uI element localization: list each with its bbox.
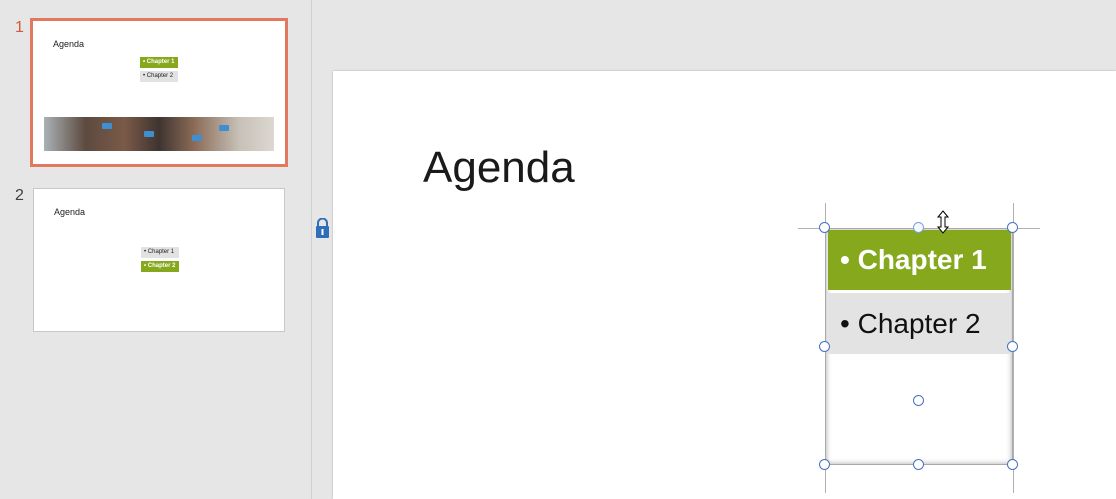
agenda-item-chapter-2[interactable]: • Chapter 2 xyxy=(828,293,1011,354)
thumbnail-title: Agenda xyxy=(54,207,86,217)
slide-thumbnail-pane[interactable]: 1 Agenda • Chapter 1 • Chapter 2 2 Agend… xyxy=(0,0,312,499)
resize-handle-top-middle[interactable] xyxy=(913,222,924,233)
resize-handle-bottom-right[interactable] xyxy=(1007,459,1018,470)
lock-anchor-icon[interactable] xyxy=(315,217,330,245)
thumbnail-item-chapter-1: • Chapter 1 xyxy=(140,57,178,68)
thumbnail-item-chapter-2: • Chapter 2 xyxy=(141,261,179,272)
resize-handle-middle-left[interactable] xyxy=(819,341,830,352)
agenda-item-chapter-1[interactable]: • Chapter 1 xyxy=(828,230,1011,290)
agenda-item-label: Chapter 2 xyxy=(857,308,981,339)
resize-handle-middle-right[interactable] xyxy=(1007,341,1018,352)
bullet: • xyxy=(840,308,858,339)
slide-number-2: 2 xyxy=(15,187,24,204)
slide-number-1: 1 xyxy=(15,19,24,36)
thumbnail-item-chapter-2: • Chapter 2 xyxy=(140,71,178,82)
slide-thumbnail-1[interactable]: Agenda • Chapter 1 • Chapter 2 xyxy=(30,18,288,167)
bullet: • xyxy=(840,244,858,275)
thumbnail-photo-banner xyxy=(44,117,274,151)
resize-handle-bottom-left[interactable] xyxy=(819,459,830,470)
slide-title[interactable]: Agenda xyxy=(423,143,575,193)
resize-handle-bottom-middle[interactable] xyxy=(913,459,924,470)
agenda-item-label: Chapter 1 xyxy=(857,244,987,275)
slide-thumbnail-2[interactable]: Agenda • Chapter 1 • Chapter 2 xyxy=(33,188,285,332)
vertical-resize-cursor-icon xyxy=(936,210,950,239)
thumbnail-item-chapter-1: • Chapter 1 xyxy=(141,247,179,258)
resize-handle-top-right[interactable] xyxy=(1007,222,1018,233)
resize-handle-top-left[interactable] xyxy=(819,222,830,233)
thumbnail-title: Agenda xyxy=(53,39,85,49)
center-handle[interactable] xyxy=(913,395,924,406)
